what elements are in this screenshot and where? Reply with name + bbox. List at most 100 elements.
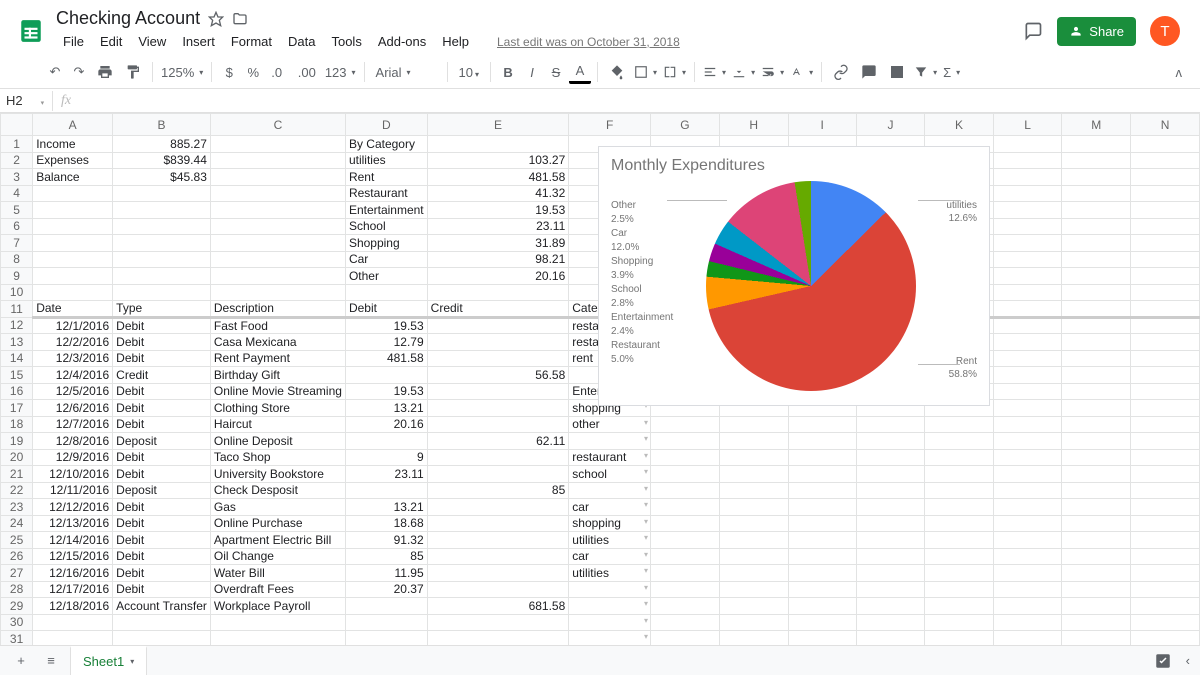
increase-decimal-button[interactable]: .00	[293, 60, 321, 84]
cell[interactable]	[719, 499, 788, 516]
cell[interactable]	[1131, 218, 1200, 235]
cell[interactable]: Apartment Electric Bill	[210, 532, 345, 549]
cell[interactable]: Check Desposit	[210, 482, 345, 499]
cell[interactable]	[427, 383, 569, 400]
cell[interactable]	[993, 350, 1061, 367]
cell[interactable]	[788, 565, 856, 582]
cell[interactable]	[1131, 301, 1200, 318]
cell[interactable]	[345, 284, 427, 301]
cell[interactable]	[993, 449, 1061, 466]
cell[interactable]: Deposit	[113, 433, 211, 450]
cell[interactable]: 12/17/2016	[33, 581, 113, 598]
cell[interactable]	[925, 449, 994, 466]
cell[interactable]	[993, 218, 1061, 235]
cell[interactable]: 18.68	[345, 515, 427, 532]
cell[interactable]	[1062, 449, 1131, 466]
cell[interactable]	[33, 218, 113, 235]
comments-icon[interactable]	[1023, 21, 1043, 41]
cell[interactable]	[856, 614, 924, 631]
menu-view[interactable]: View	[131, 31, 173, 52]
cell[interactable]	[1131, 251, 1200, 268]
cell[interactable]	[719, 598, 788, 615]
sheets-logo[interactable]	[18, 13, 44, 49]
cell[interactable]	[427, 136, 569, 153]
spreadsheet-grid[interactable]: ABCDEFGHIJKLMN1Income885.27By Category2E…	[0, 113, 1200, 690]
cell[interactable]	[1131, 548, 1200, 565]
cell[interactable]: Debit	[113, 466, 211, 483]
row-header[interactable]: 2	[1, 152, 33, 169]
cell[interactable]	[788, 466, 856, 483]
cell[interactable]	[113, 218, 211, 235]
cell[interactable]	[33, 202, 113, 219]
cell[interactable]: other	[569, 416, 651, 433]
bold-button[interactable]: B	[497, 60, 519, 84]
row-header[interactable]: 3	[1, 169, 33, 186]
cell[interactable]	[427, 317, 569, 334]
cell[interactable]	[427, 350, 569, 367]
text-rotation-button[interactable]	[788, 62, 815, 82]
cell[interactable]	[33, 185, 113, 202]
cell[interactable]: 681.58	[427, 598, 569, 615]
formula-input[interactable]	[79, 93, 1200, 108]
cell[interactable]	[113, 268, 211, 285]
cell[interactable]	[210, 169, 345, 186]
cell[interactable]	[345, 482, 427, 499]
cell[interactable]	[856, 532, 924, 549]
col-header-K[interactable]: K	[925, 114, 994, 136]
cell[interactable]	[856, 598, 924, 615]
cell[interactable]	[210, 268, 345, 285]
account-avatar[interactable]: T	[1150, 16, 1180, 46]
cell[interactable]: $839.44	[113, 152, 211, 169]
cell[interactable]	[427, 449, 569, 466]
cell[interactable]: 23.11	[427, 218, 569, 235]
cell[interactable]	[993, 202, 1061, 219]
cell[interactable]	[1062, 499, 1131, 516]
cell[interactable]	[993, 284, 1061, 301]
cell[interactable]: 12/18/2016	[33, 598, 113, 615]
cell[interactable]	[856, 466, 924, 483]
cell[interactable]: Debit	[345, 301, 427, 318]
cell[interactable]: Haircut	[210, 416, 345, 433]
cell[interactable]	[427, 284, 569, 301]
cell[interactable]: Restaurant	[345, 185, 427, 202]
cell[interactable]	[788, 581, 856, 598]
cell[interactable]: restaurant	[569, 449, 651, 466]
cell[interactable]	[856, 433, 924, 450]
cell[interactable]	[788, 614, 856, 631]
col-header-I[interactable]: I	[788, 114, 856, 136]
cell[interactable]	[788, 515, 856, 532]
cell[interactable]: 12/4/2016	[33, 367, 113, 384]
row-header[interactable]: 5	[1, 202, 33, 219]
cell[interactable]: Debit	[113, 449, 211, 466]
row-header[interactable]: 4	[1, 185, 33, 202]
row-header[interactable]: 8	[1, 251, 33, 268]
cell[interactable]	[210, 218, 345, 235]
menu-tools[interactable]: Tools	[324, 31, 368, 52]
cell[interactable]	[1062, 367, 1131, 384]
cell[interactable]	[788, 482, 856, 499]
cell[interactable]: Type	[113, 301, 211, 318]
row-header[interactable]: 6	[1, 218, 33, 235]
cell[interactable]: Clothing Store	[210, 400, 345, 417]
cell[interactable]: 481.58	[345, 350, 427, 367]
cell[interactable]: 12/16/2016	[33, 565, 113, 582]
cell[interactable]: Rent	[345, 169, 427, 186]
menu-data[interactable]: Data	[281, 31, 322, 52]
cell[interactable]: Birthday Gift	[210, 367, 345, 384]
cell[interactable]	[569, 482, 651, 499]
cell[interactable]: 19.53	[427, 202, 569, 219]
cell[interactable]: Water Bill	[210, 565, 345, 582]
cell[interactable]	[1131, 499, 1200, 516]
cell[interactable]	[210, 202, 345, 219]
cell[interactable]: Debit	[113, 317, 211, 334]
cell[interactable]	[788, 433, 856, 450]
cell[interactable]: 62.11	[427, 433, 569, 450]
cell[interactable]: Debit	[113, 581, 211, 598]
cell[interactable]	[993, 367, 1061, 384]
cell[interactable]	[1131, 268, 1200, 285]
cell[interactable]	[856, 548, 924, 565]
cell[interactable]	[993, 152, 1061, 169]
cell[interactable]	[788, 598, 856, 615]
cell[interactable]	[1131, 383, 1200, 400]
cell[interactable]: Debit	[113, 499, 211, 516]
